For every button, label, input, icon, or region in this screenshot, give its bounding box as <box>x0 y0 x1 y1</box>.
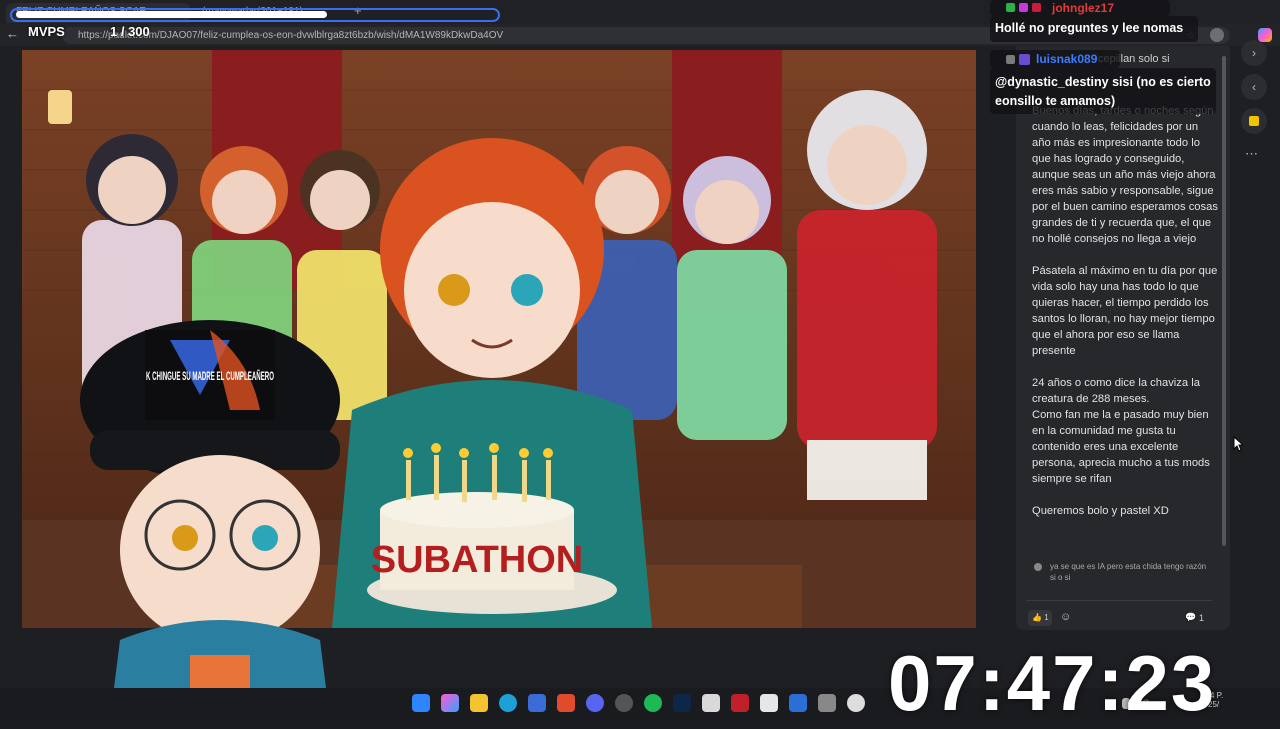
discord-icon[interactable] <box>586 694 604 712</box>
app-icon[interactable] <box>702 694 720 712</box>
post-body-text: Buenos días, tardes o noches según cuand… <box>1032 105 1218 517</box>
start-icon[interactable] <box>412 694 430 712</box>
subathon-timer: 07:47:23 <box>888 639 1217 727</box>
card-divider <box>1026 600 1212 601</box>
app-icon[interactable] <box>731 694 749 712</box>
chat-username: luisnak089 <box>1036 52 1098 66</box>
bits-badge-icon <box>1032 3 1041 12</box>
chat-message: @dynastic_destiny sisi (no es cierto eon… <box>995 75 1211 108</box>
cap-text: K CHINGUE SU MADRE EL CUMPLEAÑERO <box>146 368 274 383</box>
comment-text: ya se que es IA pero esta chida tengo ra… <box>1050 562 1207 582</box>
subscriber-badge-icon <box>1006 3 1015 12</box>
sticky-note-icon <box>1249 116 1259 126</box>
profile-avatar-icon[interactable] <box>1210 28 1224 42</box>
goal-count: 1 / 300 <box>110 24 150 39</box>
comment-count: 1 <box>1199 613 1205 623</box>
comment-avatar <box>1034 563 1042 571</box>
cake-text: SUBATHON <box>371 539 584 581</box>
copilot-icon[interactable] <box>1258 28 1272 42</box>
vtuber-avatar: K CHINGUE SU MADRE EL CUMPLEAÑERO <box>80 320 340 720</box>
subscriber-badge-icon <box>1019 54 1030 65</box>
file-explorer-icon[interactable] <box>470 694 488 712</box>
chat-username: johnglez17 <box>1052 1 1115 15</box>
expand-icon[interactable]: › <box>1241 40 1267 66</box>
brave-icon[interactable] <box>557 694 575 712</box>
right-sidebar <box>1238 46 1280 688</box>
comment-bubble-icon[interactable]: 💬 <box>1185 612 1196 623</box>
obs-icon[interactable] <box>615 694 633 712</box>
more-options-icon[interactable]: ⋯ <box>1245 146 1258 162</box>
thumbs-up-icon: 👍 <box>1032 613 1042 622</box>
media-player-icon[interactable] <box>847 694 865 712</box>
app-icon[interactable] <box>760 694 778 712</box>
spotify-icon[interactable] <box>644 694 662 712</box>
store-icon[interactable] <box>528 694 546 712</box>
edge-icon[interactable] <box>499 694 517 712</box>
add-reaction-icon[interactable]: ☺ <box>1060 611 1071 623</box>
goal-progress-fill <box>16 11 327 18</box>
partner-badge-icon <box>1019 3 1028 12</box>
mouse-cursor-icon <box>1233 436 1243 452</box>
goal-label: MVPS <box>28 24 65 39</box>
moderator-badge-icon <box>1006 55 1015 64</box>
like-count: 1 <box>1044 613 1049 622</box>
collapse-arrow-icon[interactable]: ‹ <box>1241 74 1267 100</box>
copilot-taskbar-icon[interactable] <box>441 694 459 712</box>
photoshop-icon[interactable] <box>673 694 691 712</box>
like-button[interactable]: 👍 1 <box>1028 610 1052 626</box>
chat-message: Hollé no preguntes y lee nomas <box>995 21 1184 35</box>
app-icon[interactable] <box>789 694 807 712</box>
back-arrow-icon[interactable]: ← <box>6 26 22 42</box>
card-scrollbar[interactable] <box>1222 56 1226 546</box>
app-icon[interactable] <box>818 694 836 712</box>
